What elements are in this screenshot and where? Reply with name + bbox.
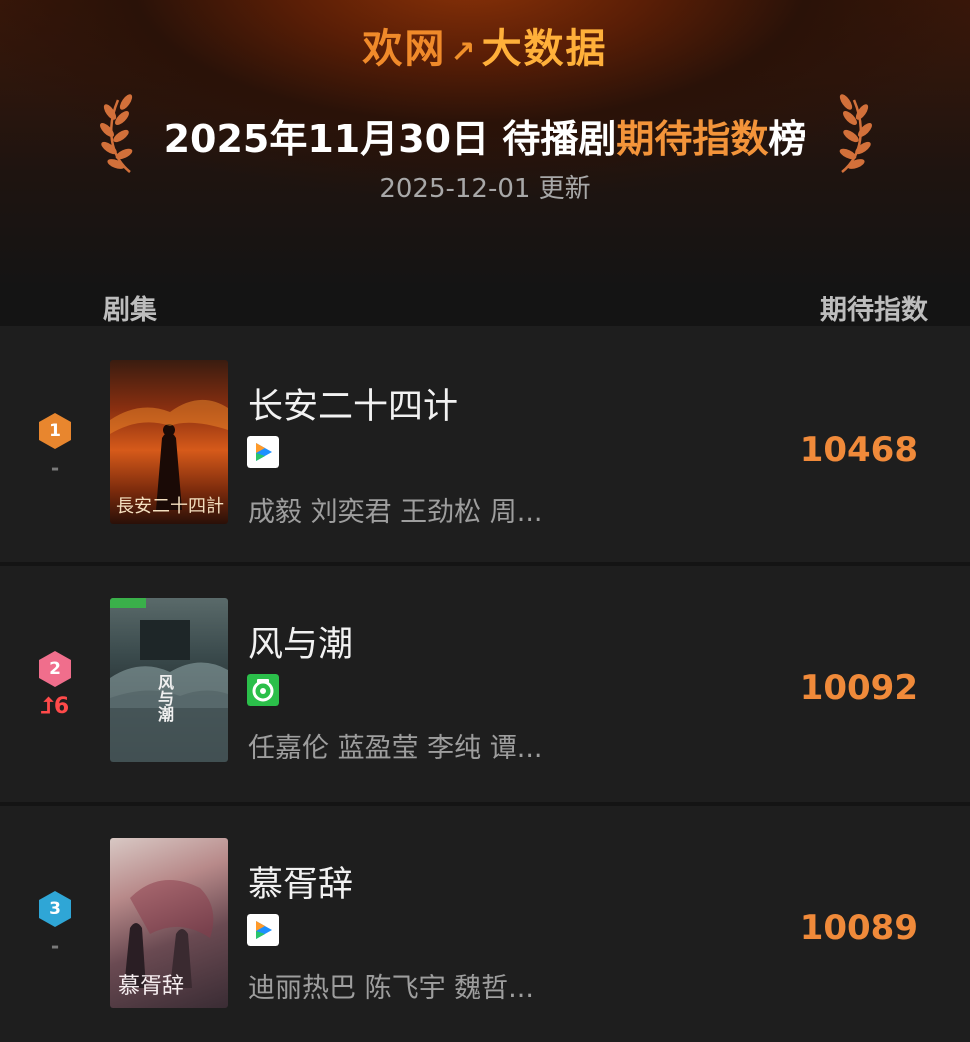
expectation-score: 10092 <box>799 668 918 708</box>
rank-number: 2 <box>49 659 61 679</box>
update-timestamp: 2025-12-01 更新 <box>379 174 591 204</box>
brand-logo: 欢网 ↗ 大数据 <box>362 26 608 72</box>
poster-image[interactable]: 慕胥辞 <box>110 838 228 1008</box>
ranking-row-2[interactable]: 2 ⮥6 风与潮 风与潮 任嘉伦 蓝盈莹 李纯 谭... 10092 <box>0 566 970 802</box>
poster-image[interactable]: 長安二十四計 <box>110 360 228 524</box>
rank-change-up: ⮥6 <box>40 694 70 719</box>
rank-change: - <box>50 934 60 958</box>
drama-title[interactable]: 长安二十四计 <box>248 378 458 429</box>
expectation-score: 10468 <box>799 430 918 470</box>
tencent-video-icon <box>247 914 279 946</box>
column-header-index: 期待指数 <box>820 295 928 326</box>
ranking-row-3[interactable]: 3 - 慕胥辞 慕胥辞 迪丽热巴 陈飞宇 魏哲... 10089 <box>0 806 970 1042</box>
cast-list: 成毅 刘奕君 王劲松 周... <box>248 497 543 528</box>
tencent-video-icon <box>247 436 279 468</box>
cast-list: 任嘉伦 蓝盈莹 李纯 谭... <box>248 733 543 764</box>
poster-caption: 長安二十四計 <box>116 496 224 517</box>
cast-list: 迪丽热巴 陈飞宇 魏哲... <box>248 973 534 1004</box>
brand-arrow-icon: ↗ <box>450 35 478 70</box>
poster-image[interactable]: 风与潮 <box>110 598 228 762</box>
drama-title[interactable]: 风与潮 <box>248 616 353 667</box>
poster-caption: 风与潮 <box>155 674 174 722</box>
drama-title[interactable]: 慕胥辞 <box>248 856 353 907</box>
rank-number: 3 <box>49 899 61 919</box>
rank-change: - <box>50 456 60 480</box>
page-title: 2025年11月30日 待播剧期待指数榜 <box>163 117 807 161</box>
poster-caption: 慕胥辞 <box>118 974 185 999</box>
ranking-row-1[interactable]: 1 - 長安二十四計 长安二十四计 成毅 刘奕君 王劲松 周... 10468 <box>0 326 970 562</box>
rank-number: 1 <box>49 421 61 441</box>
expectation-score: 10089 <box>799 908 918 948</box>
iqiyi-icon <box>247 674 279 706</box>
column-header-drama: 剧集 <box>103 295 157 326</box>
